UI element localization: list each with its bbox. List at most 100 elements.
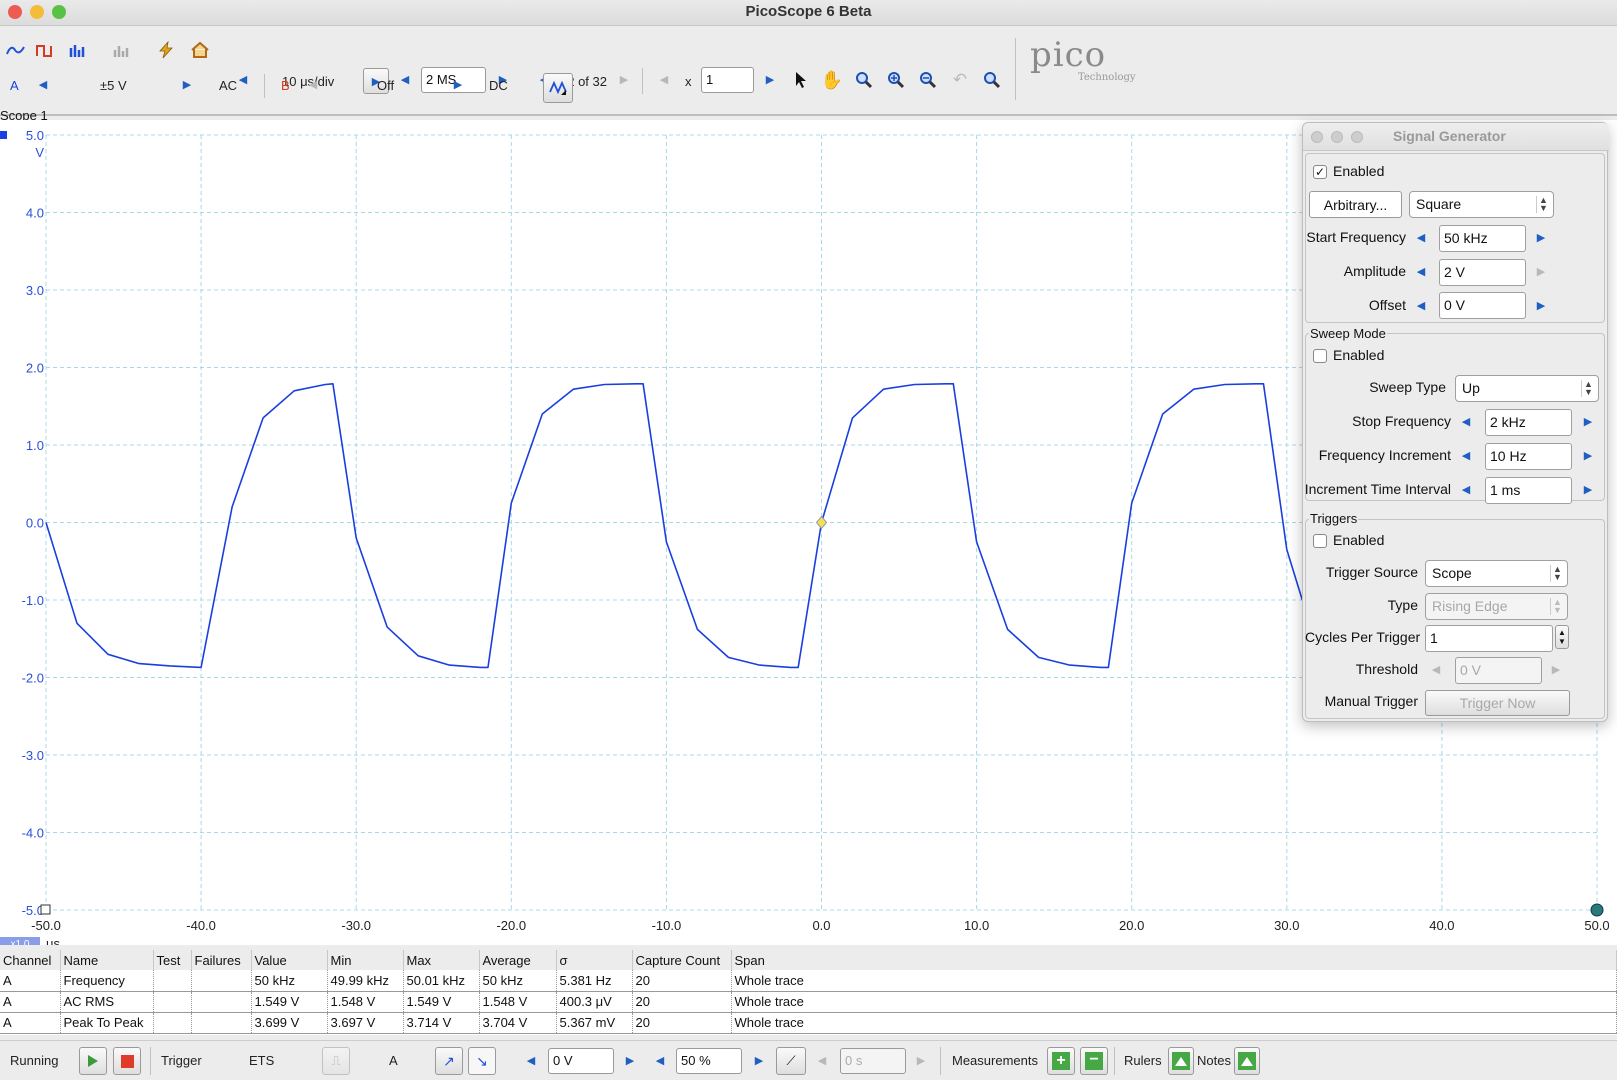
trigger-label: Trigger (161, 1053, 202, 1068)
start-button[interactable] (79, 1047, 107, 1075)
sweep-enabled-checkbox[interactable] (1313, 349, 1327, 363)
zoom-dialog-button[interactable] (1351, 131, 1363, 143)
column-header[interactable]: Max (403, 950, 480, 970)
close-dialog-button[interactable] (1311, 131, 1323, 143)
y-tick-label: -2.0 (22, 671, 44, 686)
threshold-next-arrow[interactable]: ▶ (623, 1054, 637, 1067)
default-setup-icon[interactable] (188, 38, 212, 62)
notes-button[interactable] (1234, 1047, 1260, 1075)
frequency-increment-next-arrow[interactable]: ▶ (1581, 449, 1595, 462)
dialog-title: Signal Generator (1393, 128, 1506, 144)
start-frequency-prev-arrow[interactable]: ◀ (1414, 231, 1428, 244)
offset-label: Offset (1368, 297, 1406, 313)
trigger-type-select[interactable]: Rising Edge ▲ ▼ (1425, 593, 1568, 620)
column-header[interactable]: Value (251, 950, 328, 970)
column-header[interactable]: Capture Count (632, 950, 732, 970)
pretrigger-prev-arrow[interactable]: ◀ (653, 1054, 667, 1067)
pretrigger-field[interactable]: 50 % (676, 1048, 742, 1074)
column-header[interactable]: Min (327, 950, 404, 970)
channel-a-range[interactable]: ±5 V (100, 78, 127, 93)
start-frequency-next-arrow[interactable]: ▶ (1534, 231, 1548, 244)
trigger-properties-button[interactable]: ⟋ (776, 1047, 806, 1075)
channel-b-range-next[interactable]: ▶ (451, 78, 465, 91)
x-tick-label: 20.0 (1119, 918, 1144, 933)
increment-time-next-arrow[interactable]: ▶ (1581, 483, 1595, 496)
ruler-handle (40, 904, 51, 915)
persistence-mode-icon[interactable] (34, 38, 58, 62)
increment-time-prev-arrow[interactable]: ◀ (1459, 483, 1473, 496)
auto-setup-icon[interactable] (154, 38, 178, 62)
advanced-trigger-button[interactable]: ⎍ (322, 1047, 350, 1075)
sg-threshold-field[interactable]: 0 V (1455, 657, 1542, 684)
triggers-enabled-checkbox[interactable] (1313, 534, 1327, 548)
y-tick-label: 4.0 (26, 206, 44, 221)
spectrum-mode-icon[interactable] (66, 38, 90, 62)
frequency-increment-prev-arrow[interactable]: ◀ (1459, 449, 1473, 462)
signal-generator-button[interactable] (543, 73, 573, 103)
trigger-mode[interactable]: ETS (249, 1053, 274, 1068)
threshold-field[interactable]: 0 V (548, 1048, 614, 1074)
table-cell: 50 kHz (479, 970, 557, 992)
column-header[interactable]: Test (153, 950, 192, 970)
trigger-channel[interactable]: A (389, 1053, 398, 1068)
threshold-prev-arrow[interactable]: ◀ (524, 1054, 538, 1067)
channel-b-range[interactable]: Off (377, 78, 394, 93)
stop-frequency-prev-arrow[interactable]: ◀ (1459, 415, 1473, 428)
column-header[interactable]: Name (60, 950, 154, 970)
column-header[interactable]: Average (479, 950, 557, 970)
cycles-stepper[interactable]: ▲ ▼ (1555, 625, 1569, 649)
column-header[interactable]: Failures (191, 950, 252, 970)
delay-next-arrow[interactable]: ▶ (914, 1054, 928, 1067)
table-row[interactable]: A Peak To Peak 3.699 V 3.697 V 3.714 V 3.704 … (0, 1012, 1617, 1034)
stop-button[interactable] (113, 1047, 141, 1075)
x-scale-label: x1.0 (11, 939, 30, 945)
channel-a-label[interactable]: A (10, 78, 19, 93)
rulers-button[interactable] (1168, 1047, 1194, 1075)
pretrigger-next-arrow[interactable]: ▶ (752, 1054, 766, 1067)
channel-a-range-prev[interactable]: ◀ (36, 78, 50, 91)
trigger-now-button[interactable]: Trigger Now (1425, 690, 1570, 716)
cycles-per-trigger-field[interactable]: 1 (1425, 625, 1553, 652)
sweep-type-select[interactable]: Up ▲ ▼ (1455, 375, 1599, 402)
generator-enabled-checkbox[interactable]: ✓ (1313, 165, 1327, 179)
column-header[interactable]: σ (556, 950, 633, 970)
delay-field[interactable]: 0 s (840, 1048, 906, 1074)
amplitude-field[interactable]: 2 V (1439, 259, 1526, 286)
increment-time-field[interactable]: 1 ms (1485, 477, 1572, 504)
column-header[interactable]: Span (731, 950, 1617, 970)
table-row[interactable]: A Frequency 50 kHz 49.99 kHz 50.01 kHz 50 kHz… (0, 970, 1617, 992)
start-frequency-field[interactable]: 50 kHz (1439, 225, 1526, 252)
amplitude-next-arrow[interactable]: ▶ (1534, 265, 1548, 278)
column-header[interactable]: Channel (0, 950, 61, 970)
serial-decoding-icon[interactable] (110, 38, 134, 62)
add-measurement-button[interactable]: + (1047, 1047, 1075, 1075)
rising-edge-button[interactable]: ↗ (435, 1047, 463, 1075)
stop-frequency-field[interactable]: 2 kHz (1485, 409, 1572, 436)
offset-next-arrow[interactable]: ▶ (1534, 299, 1548, 312)
frequency-increment-field[interactable]: 10 Hz (1485, 443, 1572, 470)
amplitude-prev-arrow[interactable]: ◀ (1414, 265, 1428, 278)
stop-frequency-next-arrow[interactable]: ▶ (1581, 415, 1595, 428)
delay-prev-arrow[interactable]: ◀ (815, 1054, 829, 1067)
plus-icon: + (1052, 1052, 1070, 1070)
waveform-select[interactable]: Square ▲ ▼ (1409, 191, 1554, 218)
table-cell: 1.548 V (327, 991, 404, 1013)
delete-measurement-button[interactable]: − (1080, 1047, 1108, 1075)
channel-a-coupling[interactable]: AC (219, 78, 237, 93)
offset-field[interactable]: 0 V (1439, 292, 1526, 319)
channel-b-range-prev[interactable]: ◀ (306, 78, 320, 91)
trigger-source-select[interactable]: Scope ▲ ▼ (1425, 560, 1568, 587)
offset-prev-arrow[interactable]: ◀ (1414, 299, 1428, 312)
channel-b-coupling[interactable]: DC (489, 78, 508, 93)
table-row[interactable]: A AC RMS 1.549 V 1.548 V 1.549 V 1.548 V 400.3… (0, 991, 1617, 1013)
scope-mode-icon[interactable] (4, 38, 28, 62)
channel-a-range-next[interactable]: ▶ (180, 78, 194, 91)
threshold-prev-arrow[interactable]: ◀ (1429, 663, 1443, 676)
arbitrary-button[interactable]: Arbitrary... (1309, 191, 1402, 218)
channel-b-label[interactable]: B (281, 78, 290, 93)
falling-edge-button[interactable]: ↘ (468, 1047, 496, 1075)
updown-icon: ▲ ▼ (1581, 380, 1595, 397)
minimize-dialog-button[interactable] (1331, 131, 1343, 143)
threshold-next-arrow[interactable]: ▶ (1549, 663, 1563, 676)
x-tick-label: 40.0 (1429, 918, 1454, 933)
